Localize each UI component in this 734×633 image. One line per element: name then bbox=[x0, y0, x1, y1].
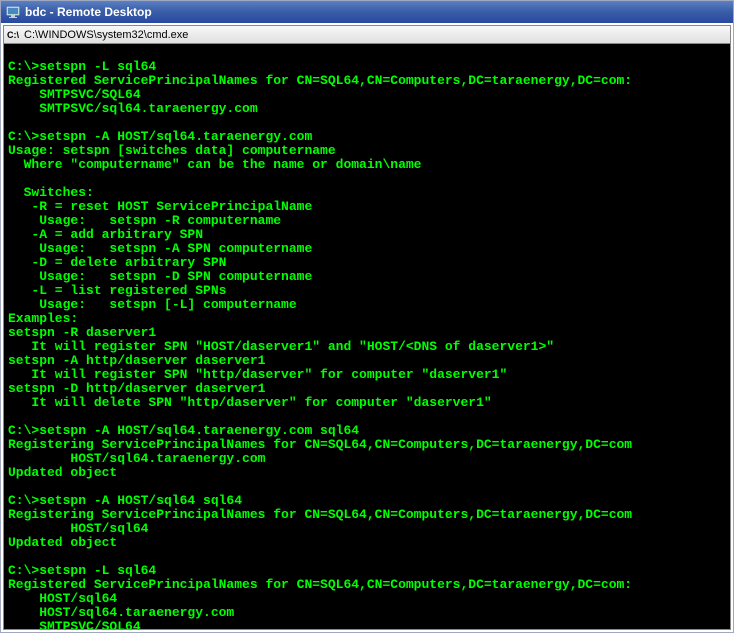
remote-desktop-icon bbox=[5, 4, 21, 20]
cmd-window: C:\ C:\WINDOWS\system32\cmd.exe C:\>sets… bbox=[3, 25, 731, 630]
terminal-text: C:\>setspn -L sql64 Registered ServicePr… bbox=[8, 59, 632, 629]
outer-titlebar[interactable]: bdc - Remote Desktop bbox=[1, 1, 733, 23]
inner-titlebar[interactable]: C:\ C:\WINDOWS\system32\cmd.exe bbox=[4, 26, 730, 44]
outer-window-title: bdc - Remote Desktop bbox=[25, 5, 152, 19]
remote-desktop-window: bdc - Remote Desktop C:\ C:\WINDOWS\syst… bbox=[0, 0, 734, 633]
inner-window-title: C:\WINDOWS\system32\cmd.exe bbox=[24, 29, 188, 41]
terminal-output[interactable]: C:\>setspn -L sql64 Registered ServicePr… bbox=[4, 44, 730, 629]
cmd-icon: C:\ bbox=[6, 28, 20, 42]
